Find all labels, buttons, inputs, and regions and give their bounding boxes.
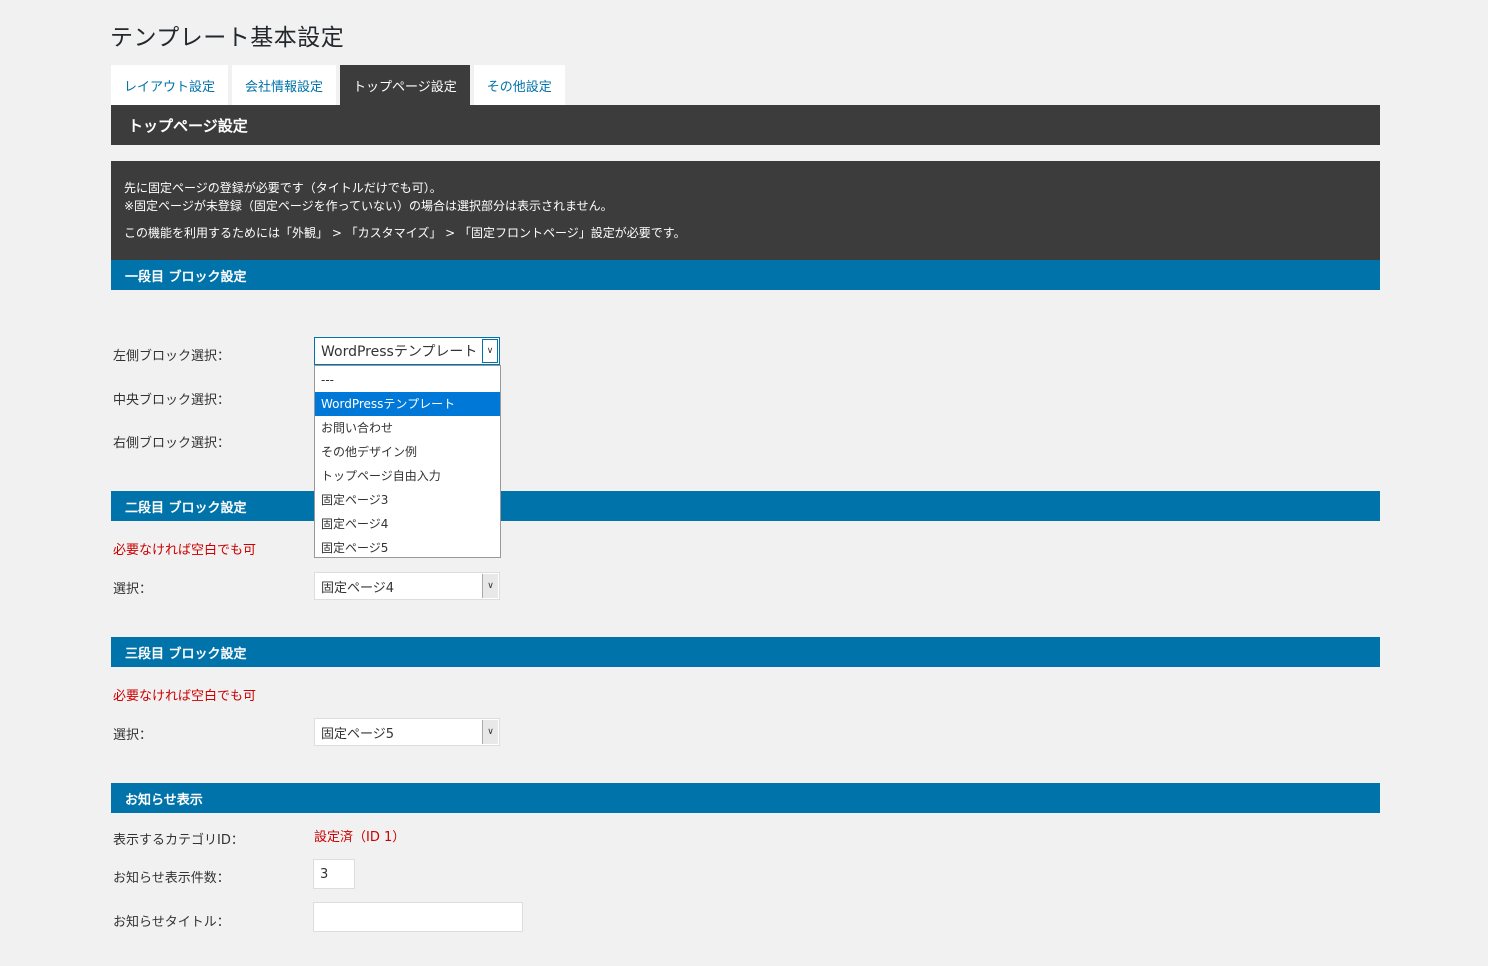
block2-select-label: 選択： (113, 582, 153, 597)
news-count-input[interactable]: 3 (313, 859, 355, 889)
block3-select[interactable]: 固定ページ5 ∨ (314, 718, 500, 746)
category-id-label: 表示するカテゴリID： (113, 833, 244, 848)
dropdown-option-selected[interactable]: WordPressテンプレート (315, 392, 500, 416)
dropdown-option[interactable]: その他デザイン例 (315, 440, 500, 464)
notice-line-1: 先に固定ページの登録が必要です（タイトルだけでも可）。 (124, 181, 442, 195)
left-block-select[interactable]: WordPressテンプレート ∨ (314, 337, 500, 365)
news-count-label: お知らせ表示件数： (113, 871, 230, 886)
news-title-input[interactable] (313, 902, 523, 932)
block2-header: 二段目 ブロック設定 (111, 491, 1380, 521)
dropdown-option[interactable]: 固定ページ5 (315, 536, 500, 560)
page-title: テンプレート基本設定 (110, 25, 345, 51)
notice-box: 先に固定ページの登録が必要です（タイトルだけでも可）。 ※固定ページが未登録（固… (111, 161, 1380, 260)
block2-select-value: 固定ページ4 (321, 580, 395, 596)
tab-other[interactable]: その他設定 (473, 65, 565, 105)
block3-note: 必要なければ空白でも可 (113, 689, 257, 704)
tab-top-page[interactable]: トップページ設定 (340, 65, 470, 105)
dropdown-option[interactable]: --- (315, 368, 500, 392)
dropdown-option[interactable]: 固定ページ4 (315, 512, 500, 536)
chevron-down-icon: ∨ (482, 339, 498, 363)
block2-note: 必要なければ空白でも可 (113, 543, 257, 558)
left-block-dropdown[interactable]: --- WordPressテンプレート お問い合わせ その他デザイン例 トップペ… (314, 365, 501, 558)
block3-select-label: 選択： (113, 728, 153, 743)
notice-line-2: ※固定ページが未登録（固定ページを作っていない）の場合は選択部分は表示されません… (124, 199, 613, 213)
chevron-down-icon: ∨ (482, 574, 498, 598)
dropdown-option[interactable]: お問い合わせ (315, 416, 500, 440)
dropdown-option[interactable]: トップページ自由入力 (315, 464, 500, 488)
block3-header: 三段目 ブロック設定 (111, 637, 1380, 667)
news-header: お知らせ表示 (111, 783, 1380, 813)
left-block-select-value: WordPressテンプレート (321, 344, 478, 360)
settings-tabs: レイアウト設定 会社情報設定 トップページ設定 その他設定 (111, 65, 569, 105)
block3-select-value: 固定ページ5 (321, 726, 395, 742)
chevron-down-icon: ∨ (482, 720, 498, 744)
section-title: トップページ設定 (111, 105, 1380, 145)
category-id-value: 設定済（ID 1） (314, 830, 406, 845)
notice-line-3: この機能を利用するためには「外観」 > 「カスタマイズ」 > 「固定フロントペー… (124, 226, 686, 240)
block2-select[interactable]: 固定ページ4 ∨ (314, 572, 500, 600)
block1-header: 一段目 ブロック設定 (111, 260, 1380, 290)
dropdown-option[interactable]: 固定ページ3 (315, 488, 500, 512)
tab-layout[interactable]: レイアウト設定 (111, 65, 229, 105)
right-block-label: 右側ブロック選択： (113, 436, 231, 451)
tab-company[interactable]: 会社情報設定 (232, 65, 337, 105)
left-block-label: 左側ブロック選択： (113, 349, 231, 364)
center-block-label: 中央ブロック選択： (113, 393, 231, 408)
news-title-label: お知らせタイトル： (113, 915, 230, 930)
